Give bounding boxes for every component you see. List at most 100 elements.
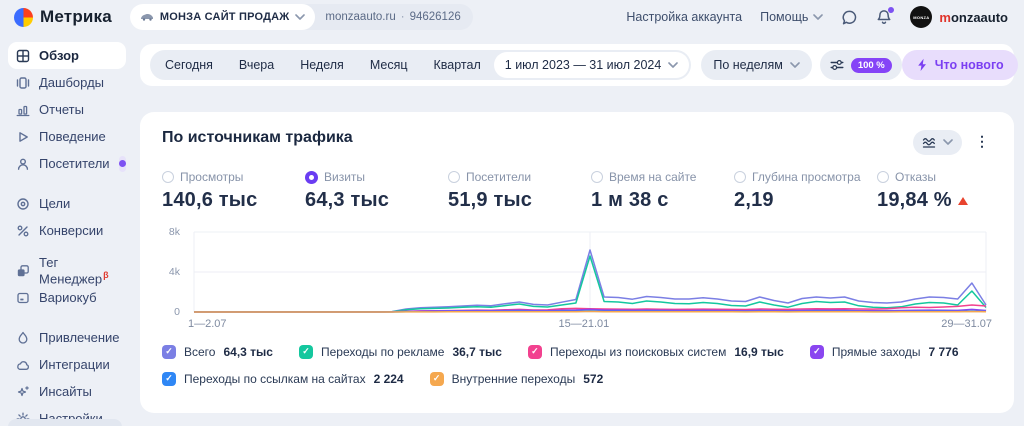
user-menu[interactable]: MONZA monzaauto xyxy=(910,6,1008,28)
chevron-down-icon xyxy=(943,139,953,145)
legend-item-links[interactable]: Переходы по ссылкам на сайтах 2 224 xyxy=(162,371,404,386)
metric-views[interactable]: Просмотры 140,6 тыс xyxy=(162,170,305,212)
variocube-icon xyxy=(16,291,30,305)
checkbox-icon xyxy=(162,371,176,386)
tag-manager-icon xyxy=(16,264,30,278)
visitors-indicator xyxy=(118,155,126,172)
legend-item-total[interactable]: Всего 64,3 тыс xyxy=(162,344,273,359)
y-axis: 8k 4k 0 xyxy=(162,224,184,320)
metric-value: 1 м 38 с xyxy=(591,189,669,211)
checkbox-icon xyxy=(162,344,176,359)
metric-time-on-site[interactable]: Время на сайте 1 м 38 с xyxy=(591,170,734,212)
y-tick-label: 4k xyxy=(168,266,180,278)
sidebar-item-insights[interactable]: Инсайты xyxy=(8,378,126,405)
sidebar-item-tag-manager[interactable]: Тег Менеджерβ xyxy=(8,254,126,287)
attraction-icon xyxy=(16,331,30,345)
sliders-icon xyxy=(830,59,844,71)
counter-name: МОНЗА САЙТ ПРОДАЖ xyxy=(159,11,290,23)
integrations-icon xyxy=(16,358,30,372)
sidebar-item-dashboards[interactable]: Дашборды xyxy=(8,69,126,96)
y-tick-label: 8k xyxy=(168,226,180,238)
trend-up-icon xyxy=(957,196,968,205)
account-settings-link[interactable]: Настройка аккаунта xyxy=(626,10,742,24)
metric-value: 64,3 тыс xyxy=(305,189,390,211)
help-label: Помощь xyxy=(760,10,809,24)
sidebar-item-variocube[interactable]: Вариокуб xyxy=(8,284,126,311)
lightning-icon xyxy=(917,58,926,71)
username: monzaauto xyxy=(939,9,1008,25)
metrica-logo-icon xyxy=(14,7,33,27)
avatar: MONZA xyxy=(910,6,933,28)
counter-dropdown[interactable]: МОНЗА САЙТ ПРОДАЖ xyxy=(129,4,316,30)
radio-icon xyxy=(448,171,460,183)
help-menu[interactable]: Помощь xyxy=(760,10,824,24)
metric-value: 19,84 % xyxy=(877,189,952,211)
goals-icon xyxy=(16,197,30,211)
sidebar-bottom-pill[interactable] xyxy=(8,419,122,426)
sidebar-item-goals[interactable]: Цели xyxy=(8,190,126,217)
whats-new-button[interactable]: Что нового xyxy=(901,50,1018,80)
legend-item-direct[interactable]: Прямые заходы 7 776 xyxy=(809,344,959,359)
chevron-down-icon xyxy=(813,14,824,20)
notifications-button[interactable] xyxy=(876,7,895,25)
period-yesterday-button[interactable]: Вчера xyxy=(226,58,287,72)
radio-icon xyxy=(305,170,318,184)
sidebar-item-label: Тег Менеджерβ xyxy=(39,254,109,287)
counter-selector: МОНЗА САЙТ ПРОДАЖ monzaauto.ru 94626126 xyxy=(129,4,473,30)
counter-meta[interactable]: monzaauto.ru 94626126 xyxy=(315,11,472,23)
sidebar-item-label: Цели xyxy=(39,196,71,211)
metrica-app: Метрика МОНЗА САЙТ ПРОДАЖ monzaauto.ru 9… xyxy=(0,0,1024,426)
sidebar-item-behavior[interactable]: Поведение xyxy=(8,123,126,150)
sidebar-item-attraction[interactable]: Привлечение xyxy=(8,324,126,351)
sidebar-item-label: Отчеты xyxy=(39,102,84,117)
legend-item-search[interactable]: Переходы из поисковых систем 16,9 тыс xyxy=(527,344,784,359)
metric-visitors[interactable]: Посетители 51,9 тыс xyxy=(448,170,591,212)
sidebar-item-label: Поведение xyxy=(39,129,106,144)
plot-area[interactable] xyxy=(188,224,992,320)
traffic-sources-card: По источникам трафика Просмотры 140,6 ты… xyxy=(140,112,1014,413)
trend-lines-svg xyxy=(193,231,987,313)
sidebar-item-label: Интеграции xyxy=(39,357,110,372)
chat-button[interactable] xyxy=(841,9,858,26)
chart-type-dropdown[interactable] xyxy=(913,129,962,155)
sidebar-item-label: Посетители xyxy=(39,156,110,171)
period-quarter-button[interactable]: Квартал xyxy=(421,58,494,72)
traffic-chart[interactable]: 8k 4k 0 1—2.07 15—21.01 29—31.07 xyxy=(162,224,992,330)
sampling-button[interactable]: 100 % xyxy=(819,50,902,80)
whats-new-label: Что нового xyxy=(934,58,1004,72)
metric-depth[interactable]: Глубина просмотра 2,19 xyxy=(734,170,877,212)
sidebar-item-label: Дашборды xyxy=(39,75,104,90)
x-tick-label: 15—21.01 xyxy=(558,318,610,330)
grouping-dropdown[interactable]: По неделям xyxy=(701,50,812,80)
sidebar-item-integrations[interactable]: Интеграции xyxy=(8,351,126,378)
metric-value: 51,9 тыс xyxy=(448,189,533,211)
checkbox-icon xyxy=(809,344,824,359)
chevron-down-icon xyxy=(790,62,800,68)
date-range-picker[interactable]: 1 июл 2023 — 31 июл 2024 xyxy=(493,52,690,78)
kebab-icon xyxy=(975,133,989,151)
metrica-logo[interactable]: Метрика xyxy=(14,7,112,27)
sidebar-item-reports[interactable]: Отчеты xyxy=(8,96,126,123)
chat-icon xyxy=(842,10,857,24)
toolbar: Сегодня Вчера Неделя Месяц Квартал 1 июл… xyxy=(140,44,1018,86)
checkbox-icon xyxy=(429,371,444,386)
sidebar-item-visitors[interactable]: Посетители xyxy=(8,150,126,177)
x-tick-label: 29—31.07 xyxy=(941,318,992,330)
metric-visits[interactable]: Визиты 64,3 тыс xyxy=(305,170,448,212)
legend-item-internal[interactable]: Внутренние переходы 572 xyxy=(429,371,603,386)
period-selector: Сегодня Вчера Неделя Месяц Квартал 1 июл… xyxy=(150,50,692,80)
period-week-button[interactable]: Неделя xyxy=(287,58,357,72)
card-more-button[interactable] xyxy=(972,127,992,157)
metric-bounce[interactable]: Отказы 19,84 % xyxy=(877,170,968,212)
radio-icon xyxy=(591,171,603,183)
y-tick-label: 0 xyxy=(174,306,180,318)
chevron-down-icon xyxy=(295,14,306,20)
period-month-button[interactable]: Месяц xyxy=(357,58,421,72)
toolbar-right: Что нового Добавить xyxy=(901,50,1024,80)
metric-value: 2,19 xyxy=(734,189,774,211)
sidebar-item-conversions[interactable]: Конверсии xyxy=(8,217,126,244)
legend-item-ads[interactable]: Переходы по рекламе 36,7 тыс xyxy=(298,344,502,359)
behavior-icon xyxy=(16,130,30,144)
period-today-button[interactable]: Сегодня xyxy=(152,58,226,72)
sidebar-item-overview[interactable]: Обзор xyxy=(8,42,126,69)
